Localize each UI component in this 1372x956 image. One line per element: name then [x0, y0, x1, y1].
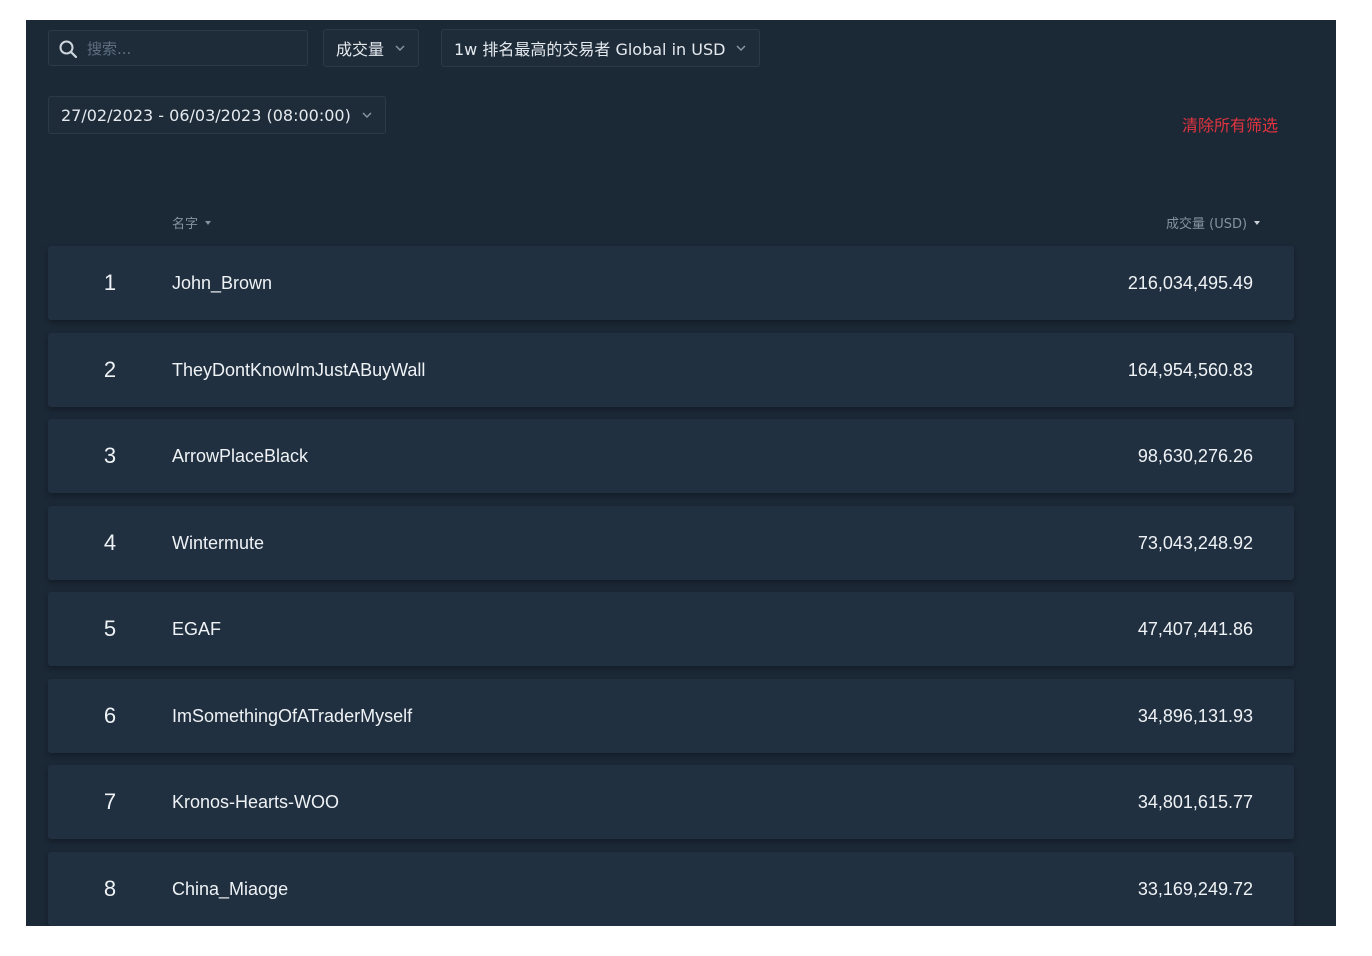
chevron-down-icon [362, 112, 372, 118]
rank-number: 8 [103, 875, 117, 901]
trader-name: ArrowPlaceBlack [172, 446, 309, 466]
sort-down-icon [205, 220, 212, 225]
table-row[interactable]: 8 China_Miaoge 33,169,249.72 [48, 851, 1294, 926]
search-icon[interactable] [58, 39, 78, 59]
trader-name: John_Brown [172, 273, 273, 293]
rank-number: 6 [103, 702, 117, 728]
table-row[interactable]: 4 Wintermute 73,043,248.92 [48, 505, 1294, 580]
rank-number: 3 [103, 443, 117, 468]
search-input[interactable] [85, 31, 299, 67]
table-row[interactable]: 5 EGAF 47,407,441.86 [48, 592, 1294, 666]
chevron-down-icon [395, 45, 405, 51]
trade-volume: 98,630,276.26 [1137, 446, 1253, 466]
trade-volume: 216,034,495.49 [1127, 273, 1253, 293]
trader-name: EGAF [172, 619, 222, 639]
chevron-down-icon [736, 45, 746, 51]
trader-name: ImSomethingOfATraderMyself [172, 705, 413, 726]
metric-dropdown[interactable]: 成交量 [323, 29, 420, 67]
name-column-header[interactable]: 名字 [172, 213, 212, 232]
ranking-dropdown[interactable]: 1w 排名最高的交易者 Global in USD [441, 29, 761, 67]
rank-number: 1 [103, 270, 117, 295]
name-column-label: 名字 [172, 217, 199, 232]
volume-column-label: 成交量 (USD) [1166, 217, 1248, 232]
trade-volume: 34,801,615.77 [1137, 792, 1253, 812]
table-row[interactable]: 7 Kronos-Hearts-WOO 34,801,615.77 [48, 765, 1294, 839]
table-row[interactable]: 1 John_Brown 216,034,495.49 [48, 246, 1294, 320]
date-range-picker[interactable]: 27/02/2023 - 06/03/2023 (08:00:00) [48, 96, 386, 134]
clear-all-filters-link[interactable]: 清除所有筛选 [1182, 112, 1278, 136]
rank-number: 4 [103, 529, 117, 555]
trader-name: Wintermute [172, 532, 265, 553]
rank-number: 7 [103, 789, 117, 814]
trade-volume: 47,407,441.86 [1137, 619, 1253, 639]
rank-number: 5 [103, 616, 117, 641]
trade-volume: 73,043,248.92 [1137, 532, 1253, 553]
sort-down-icon [1254, 220, 1261, 225]
trader-name: Kronos-Hearts-WOO [172, 792, 340, 812]
search-box[interactable] [48, 30, 308, 67]
leaderboard-panel: 成交量 1w 排名最高的交易者 Global in USD 27/02/2023… [26, 20, 1336, 926]
table-row[interactable]: 3 ArrowPlaceBlack 98,630,276.26 [48, 419, 1294, 493]
trader-name: TheyDontKnowImJustABuyWall [172, 359, 426, 380]
volume-column-header[interactable]: 成交量 (USD) [1166, 213, 1261, 232]
trade-volume: 164,954,560.83 [1127, 359, 1253, 380]
trade-volume: 34,896,131.93 [1137, 705, 1253, 726]
trade-volume: 33,169,249.72 [1137, 878, 1253, 899]
table-row[interactable]: 2 TheyDontKnowImJustABuyWall 164,954,560… [48, 332, 1294, 407]
rank-number: 2 [103, 356, 117, 382]
leaderboard-rows: 1 John_Brown 216,034,495.49 2 TheyDontKn… [48, 246, 1294, 926]
ranking-dropdown-label: 1w 排名最高的交易者 Global in USD [454, 40, 726, 59]
date-range-label: 27/02/2023 - 06/03/2023 (08:00:00) [61, 105, 351, 125]
table-row[interactable]: 6 ImSomethingOfATraderMyself 34,896,131.… [48, 678, 1294, 753]
trader-name: China_Miaoge [172, 878, 289, 899]
metric-dropdown-label: 成交量 [336, 40, 385, 59]
